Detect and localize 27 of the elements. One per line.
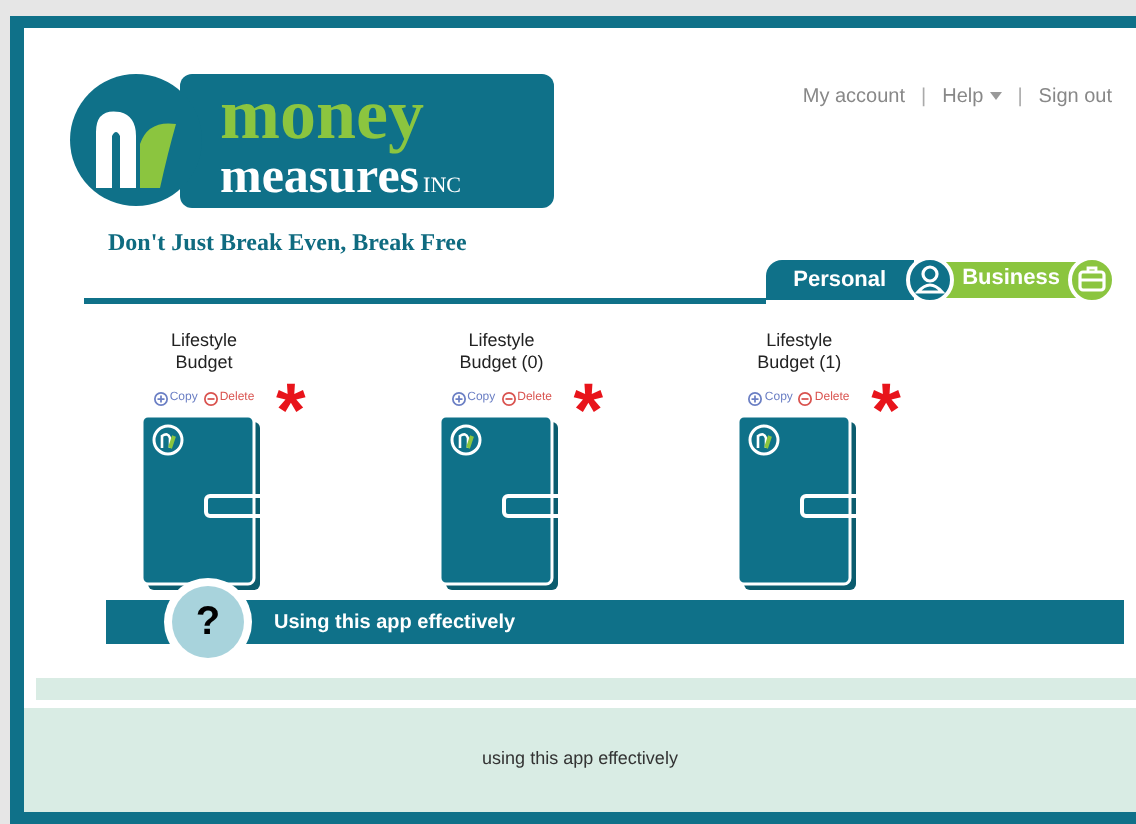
tagline: Don't Just Break Even, Break Free: [108, 226, 469, 260]
required-marker: *: [573, 382, 604, 458]
minus-circle-icon: [501, 392, 516, 406]
required-marker: *: [871, 382, 901, 458]
tab[interactable]: Business: [946, 261, 1076, 297]
nav-link[interactable]: Sign out: [1038, 81, 1112, 111]
help-menu[interactable]: Help: [942, 81, 1002, 111]
plus-circle-icon: [153, 392, 168, 406]
logo-wordmark: money: [220, 76, 426, 152]
logo-wordmark: measures: [220, 152, 420, 204]
nav-link[interactable]: My account: [802, 81, 905, 111]
tab[interactable]: Personal: [765, 260, 915, 300]
budget-title: Lifestyle Budget (1): [755, 330, 844, 376]
footer-text: using this app effectively: [482, 746, 678, 773]
person-icon[interactable]: [906, 256, 955, 304]
help-link[interactable]: Using this app effectively: [274, 607, 516, 637]
caret-icon: [989, 92, 1002, 100]
nav-separator: |: [1017, 83, 1023, 111]
required-marker: *: [276, 382, 306, 458]
minus-circle-icon: [203, 392, 218, 406]
nav-separator: |: [921, 83, 927, 111]
logo-suffix: INC: [423, 172, 461, 200]
budget-title: Lifestyle Budget: [168, 330, 240, 376]
minus-circle-icon: [798, 392, 813, 406]
plus-circle-icon: [748, 392, 763, 406]
budget-title: Lifestyle Budget (0): [457, 330, 546, 376]
plus-circle-icon: [451, 392, 466, 406]
